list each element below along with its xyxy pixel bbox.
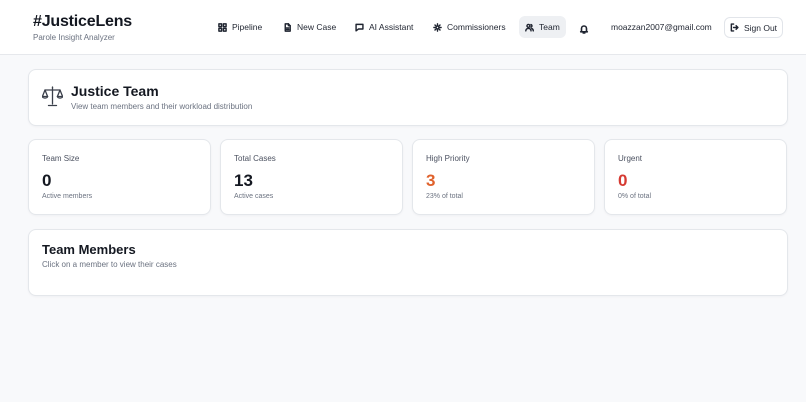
settings-icon [433,22,442,32]
stat-value: 3 [426,171,436,190]
nav-item-label: AI Assistant [369,22,414,32]
stat-card-urgent: Urgent 0 0% of total [604,139,787,215]
main-nav: Pipeline [212,16,268,38]
notifications-button[interactable] [579,21,591,34]
stat-card-high-priority: High Priority 3 23% of total [412,139,595,215]
page-subtitle: View team members and their workload dis… [71,102,253,111]
sign-out-button[interactable]: Sign Out [724,17,783,38]
nav-item-commissioners[interactable]: Commissioners [427,16,512,38]
stat-label: Urgent [618,154,643,163]
nav-item-new-case[interactable]: New Case [277,16,342,38]
app-subtitle: Parole Insight Analyzer [33,33,115,42]
main-nav-commissioners: Commissioners [427,16,512,38]
page-header-card: Justice Team View team members and their… [28,69,788,126]
main-nav-team: Team [519,16,566,38]
main-nav-new-case: New Case [277,16,342,38]
scales-icon [41,85,64,108]
logout-icon [730,23,739,32]
nav-item-label: Team [539,22,560,32]
stat-note: 0% of total [618,193,652,200]
team-members-card: Team Members Click on a member to view t… [28,229,788,296]
bell-icon [579,25,589,34]
users-icon [525,23,534,32]
top-navigation-bar: #JusticeLens Parole Insight Analyzer Pip… [0,0,806,55]
stat-card-total-cases: Total Cases 13 Active cases [220,139,403,215]
sign-out-label: Sign Out [743,22,778,33]
stat-note: Active cases [234,193,274,200]
stat-value: 0 [42,171,52,190]
stat-value: 13 [234,171,253,190]
app-title: #JusticeLens [33,13,132,30]
document-icon [284,22,291,32]
grid-icon [218,22,227,32]
nav-item-label: Pipeline [232,22,263,32]
stat-label: Team Size [42,154,80,163]
main-nav-ai-assistant: AI Assistant [349,16,419,38]
brand[interactable]: #JusticeLens Parole Insight Analyzer [33,13,132,43]
stat-label: High Priority [426,154,470,163]
team-members-subtitle: Click on a member to view their cases [42,260,177,269]
nav-item-team[interactable]: Team [519,16,566,38]
nav-item-label: New Case [297,22,337,32]
nav-item-label: Commissioners [447,22,506,32]
team-members-title: Team Members [42,242,136,257]
chat-icon [355,23,364,32]
nav-item-ai-assistant[interactable]: AI Assistant [349,16,419,38]
user-email: moazzan2007@gmail.com [611,22,712,32]
stat-label: Total Cases [234,154,276,163]
stat-note: Active members [42,193,93,200]
nav-item-pipeline[interactable]: Pipeline [212,16,268,38]
stat-card-team-size: Team Size 0 Active members [28,139,211,215]
page-title: Justice Team [71,83,159,99]
stat-note: 23% of total [426,193,463,200]
stat-value: 0 [618,171,628,190]
